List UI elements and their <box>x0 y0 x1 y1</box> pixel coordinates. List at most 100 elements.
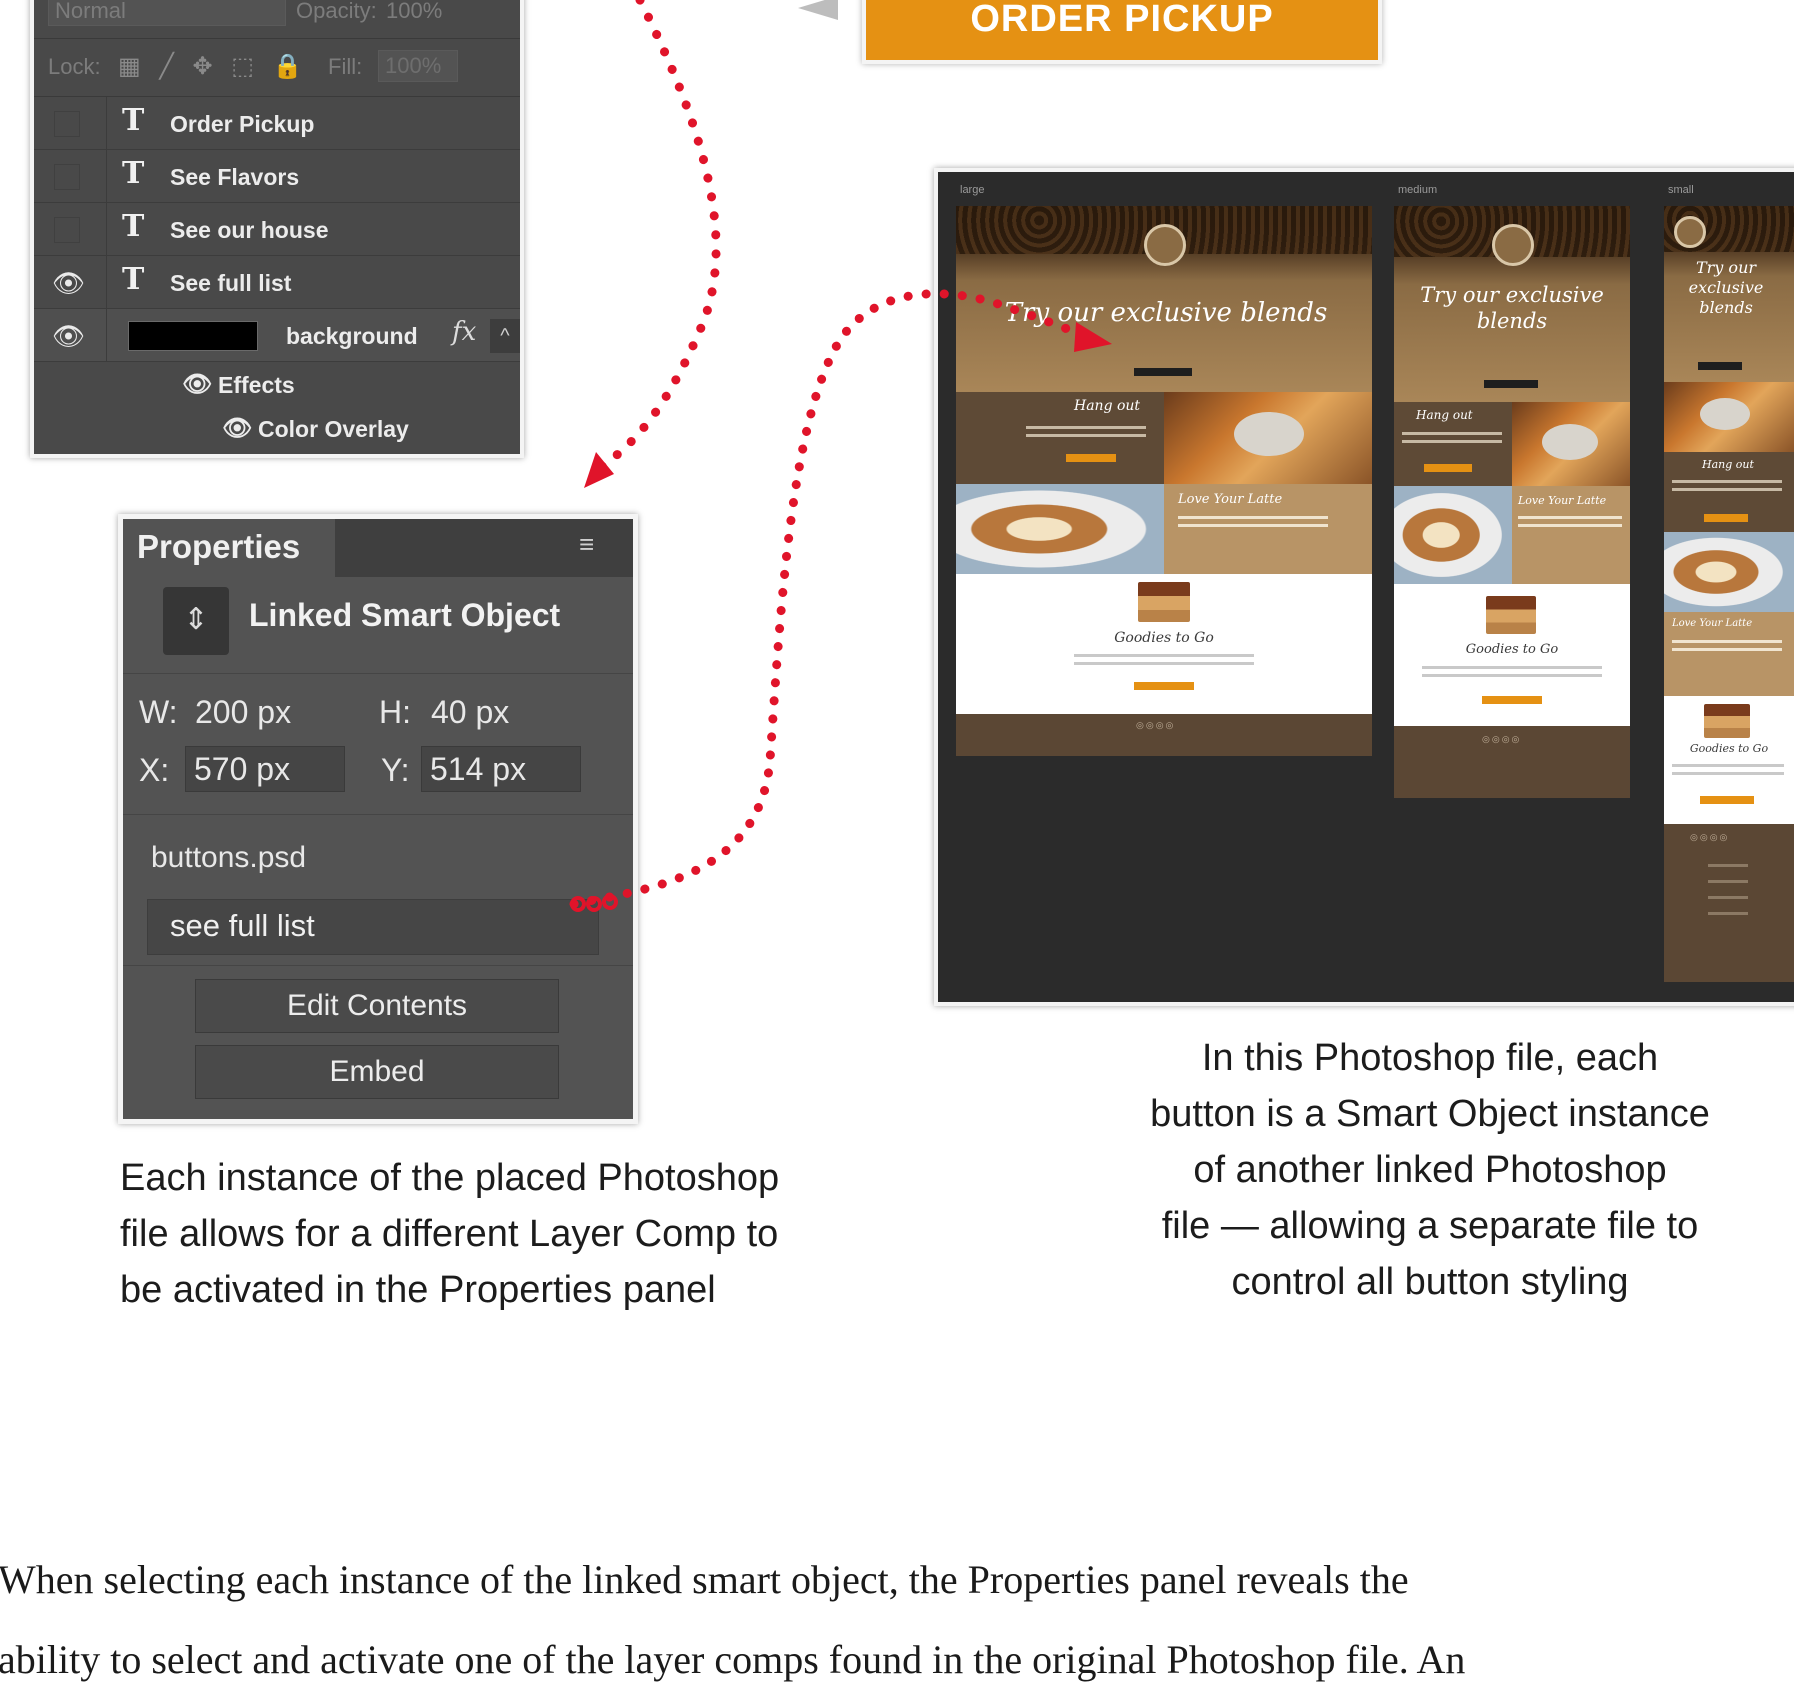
latte-script: Love Your Latte <box>1178 492 1283 507</box>
latte-section: Love Your Latte <box>1394 486 1630 584</box>
panel-menu-icon[interactable]: ≡ <box>579 531 611 557</box>
caption-left: Each instance of the placed Photoshop fi… <box>120 1150 880 1318</box>
tab-properties[interactable]: Properties <box>123 519 335 577</box>
latte-image <box>1394 486 1512 584</box>
opacity-value[interactable]: 100% <box>386 0 442 24</box>
hero-headline: Try our exclusive blends <box>1420 283 1604 333</box>
to-go-section: Goodies to Go <box>956 574 1372 714</box>
linked-file-section: buttons.psd see full list <box>123 815 633 966</box>
logo-icon <box>1144 224 1186 266</box>
hero-section: Try our exclusive blends <box>1394 206 1630 402</box>
hero-button[interactable] <box>1484 380 1538 388</box>
collapse-caret-icon[interactable]: ^ <box>490 319 520 353</box>
layer-row[interactable]: 👁 T See full list <box>34 256 520 309</box>
section-button[interactable] <box>1066 454 1116 462</box>
section-button[interactable] <box>1704 514 1748 522</box>
type-layer-icon: T <box>122 209 145 244</box>
effects-label: Effects <box>218 372 295 398</box>
eye-icon[interactable]: 👁 <box>222 414 252 443</box>
lock-icons[interactable]: ▦ ╱ ✥ ⬚ 🔒 <box>118 52 308 81</box>
section-button[interactable] <box>1482 696 1542 704</box>
layers-panel: Normal Opacity: 100% Lock: ▦ ╱ ✥ ⬚ 🔒 Fil… <box>30 0 524 458</box>
eye-icon[interactable]: 👁 <box>52 321 85 352</box>
fill-value[interactable]: 100% <box>378 50 458 82</box>
hangout-section: Hang out <box>956 392 1372 484</box>
y-label: Y: <box>381 752 410 788</box>
edit-contents-button[interactable]: Edit Contents <box>195 979 559 1033</box>
height-value[interactable]: 40 px <box>431 694 509 731</box>
hero-button[interactable] <box>1134 368 1192 376</box>
opacity-label: Opacity: <box>296 0 377 23</box>
type-layer-icon: T <box>122 156 145 191</box>
order-pickup-button[interactable]: ORDER PICKUP <box>862 0 1382 64</box>
cafe-chairs-image <box>1664 382 1794 452</box>
footer: ◎◎◎◎ <box>956 714 1372 756</box>
responsive-mockup: large Try our exclusive blends Hang out … <box>934 168 1794 1006</box>
embed-button[interactable]: Embed <box>195 1045 559 1099</box>
transform-section: W: 200 px H: 40 px X: 570 px Y: 514 px <box>123 674 633 815</box>
artboard-label: large <box>960 184 985 196</box>
caption-line: file allows for a different Layer Comp t… <box>120 1213 779 1255</box>
hangout-section: Hang out <box>1394 402 1630 486</box>
to-go-script: Goodies to Go <box>1114 630 1214 646</box>
eye-icon[interactable]: 👁 <box>52 268 85 299</box>
latte-script: Love Your Latte <box>1672 618 1753 629</box>
latte-image <box>1664 532 1794 612</box>
eye-icon[interactable]: 👁 <box>182 370 212 399</box>
visibility-toggle[interactable] <box>34 150 107 202</box>
fx-icon[interactable]: fx <box>452 317 476 347</box>
pointer-arrow <box>798 0 838 20</box>
type-layer-icon: T <box>122 103 145 138</box>
footer: ◎◎◎◎ <box>1664 824 1794 982</box>
section-script: Hang out <box>1702 458 1754 471</box>
caption-line: button is a Smart Object instance <box>1150 1093 1710 1135</box>
width-label: W: <box>139 694 178 730</box>
section-button[interactable] <box>1700 796 1754 804</box>
linked-file-name: buttons.psd <box>151 841 307 874</box>
section-button[interactable] <box>1424 464 1472 472</box>
layer-name: Order Pickup <box>170 111 315 137</box>
latte-script: Love Your Latte <box>1518 494 1607 507</box>
layer-row[interactable]: T See our house <box>34 203 520 256</box>
logo-icon <box>1492 224 1534 266</box>
artboard-label: medium <box>1398 184 1438 196</box>
visibility-toggle[interactable]: 👁 <box>34 256 107 308</box>
section-script: Hang out <box>1074 398 1141 414</box>
footer: ◎◎◎◎ <box>1394 726 1630 798</box>
body-line: When selecting each instance of the link… <box>0 1557 1409 1602</box>
x-input[interactable]: 570 px <box>185 746 345 792</box>
y-input[interactable]: 514 px <box>421 746 581 792</box>
color-overlay-row[interactable]: 👁 Color Overlay <box>106 406 520 450</box>
lock-row: Lock: ▦ ╱ ✥ ⬚ 🔒 Fill: 100% <box>34 40 520 97</box>
cups-image <box>1486 596 1536 634</box>
logo-icon <box>1674 216 1706 248</box>
article-body-text: When selecting each instance of the link… <box>0 1540 1794 1700</box>
artboard-small: Try our exclusive blends Hang out Love Y… <box>1664 206 1794 982</box>
layer-name: See Flavors <box>170 164 300 190</box>
width-value[interactable]: 200 px <box>195 694 291 731</box>
section-button[interactable] <box>1134 682 1194 690</box>
artboard-large: Try our exclusive blends Hang out Love Y… <box>956 206 1372 756</box>
object-type-row: ⇕ Linked Smart Object <box>123 577 633 674</box>
layer-row[interactable]: T Order Pickup <box>34 97 520 150</box>
caption-line: In this Photoshop file, each <box>1201 1037 1659 1079</box>
visibility-toggle[interactable] <box>34 97 107 149</box>
visibility-toggle[interactable] <box>34 203 107 255</box>
layer-thumbnail <box>128 321 258 351</box>
hero-button[interactable] <box>1698 362 1742 370</box>
visibility-toggle[interactable]: 👁 <box>34 309 107 361</box>
layer-comp-select[interactable]: see full list <box>147 899 599 955</box>
effects-row[interactable]: 👁 Effects <box>106 362 520 406</box>
x-label: X: <box>139 752 170 788</box>
section-script: Hang out <box>1416 408 1473 422</box>
cups-image <box>1138 582 1190 622</box>
blend-mode-select[interactable]: Normal <box>48 0 286 26</box>
layer-row-background[interactable]: 👁 background fx ^ <box>34 309 520 362</box>
layer-name: background <box>286 323 418 349</box>
layer-row[interactable]: T See Flavors <box>34 150 520 203</box>
cups-image <box>1704 704 1750 738</box>
hangout-section: Hang out <box>1664 452 1794 532</box>
caption-line: of another linked Photoshop <box>1193 1149 1667 1191</box>
hero-section: Try our exclusive blends <box>1664 206 1794 382</box>
linked-smart-object-icon: ⇕ <box>163 587 229 655</box>
